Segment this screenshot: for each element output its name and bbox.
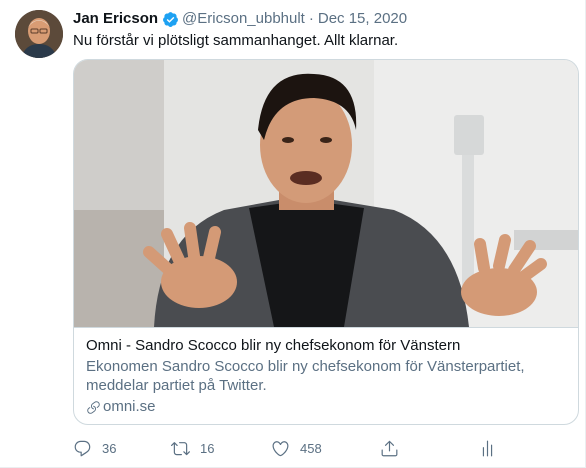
tweet-header: Jan Ericson @Ericson_ubbhult · Dec 15, 2… — [73, 9, 407, 29]
like-count: 458 — [300, 440, 322, 456]
share-button[interactable] — [380, 439, 399, 458]
analytics-button[interactable] — [478, 439, 497, 458]
share-icon — [381, 440, 398, 456]
card-description: Ekonomen Sandro Scocco blir ny chefsekon… — [86, 358, 525, 394]
tweet-date[interactable]: Dec 15, 2020 — [318, 9, 407, 29]
reply-icon — [74, 440, 91, 456]
retweet-count: 16 — [200, 440, 215, 456]
retweet-button[interactable]: 16 — [171, 439, 214, 458]
verified-badge-icon — [163, 11, 178, 27]
card-domain-text[interactable]: omni.se — [103, 397, 156, 417]
like-button[interactable]: 458 — [271, 439, 322, 458]
author-name[interactable]: Jan Ericson — [73, 9, 158, 29]
heart-icon — [272, 440, 289, 456]
tweet-text: Nu förstår vi plötsligt sammanhanget. Al… — [73, 32, 399, 49]
reply-button[interactable]: 36 — [73, 439, 116, 458]
analytics-icon — [482, 440, 493, 456]
card-image — [74, 60, 578, 327]
tweet-actions: 36 16 458 — [73, 436, 533, 460]
card-domain: omni.se — [86, 397, 566, 417]
author-handle[interactable]: @Ericson_ubbhult — [182, 9, 305, 29]
header-separator: · — [308, 10, 314, 27]
card-body: Omni - Sandro Scocco blir ny chefsekonom… — [74, 327, 578, 417]
reply-count: 36 — [102, 440, 117, 456]
card-title: Omni - Sandro Scocco blir ny chefsekonom… — [86, 337, 461, 354]
tweet[interactable]: Jan Ericson @Ericson_ubbhult · Dec 15, 2… — [0, 0, 586, 468]
link-icon — [87, 400, 100, 414]
link-card[interactable]: Omni - Sandro Scocco blir ny chefsekonom… — [73, 59, 579, 425]
avatar[interactable] — [15, 10, 63, 58]
retweet-icon — [171, 441, 190, 455]
